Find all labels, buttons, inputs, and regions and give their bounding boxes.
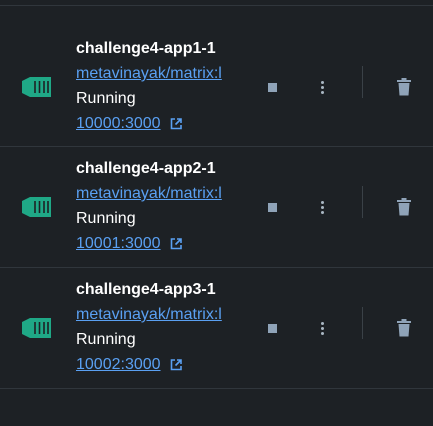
container-icon: [22, 77, 51, 97]
status-text: Running: [76, 210, 136, 227]
external-link-icon[interactable]: [169, 117, 183, 131]
port-link[interactable]: 10002:3000: [76, 356, 161, 373]
image-link[interactable]: metavinayak/matrix:l: [76, 302, 242, 328]
external-link-icon[interactable]: [169, 358, 183, 372]
stop-button[interactable]: [260, 195, 284, 219]
container-name: challenge4-app1-1: [76, 40, 216, 57]
more-vertical-icon: [321, 332, 324, 335]
more-vertical-icon: [321, 327, 324, 330]
container-name: challenge4-app3-1: [76, 281, 216, 298]
action-divider: [362, 307, 363, 339]
more-options-button[interactable]: [310, 316, 334, 340]
more-options-button[interactable]: [310, 195, 334, 219]
more-vertical-icon: [321, 206, 324, 209]
stop-icon: [268, 83, 277, 92]
action-divider: [362, 66, 363, 98]
stop-icon: [268, 203, 277, 212]
more-options-button[interactable]: [310, 75, 334, 99]
more-vertical-icon: [321, 86, 324, 89]
container-name: challenge4-app2-1: [76, 160, 216, 177]
trash-icon[interactable]: [392, 195, 416, 219]
stop-icon: [268, 324, 277, 333]
image-link[interactable]: metavinayak/matrix:l: [76, 61, 242, 87]
image-link[interactable]: metavinayak/matrix:l: [76, 181, 242, 207]
port-link[interactable]: 10000:3000: [76, 115, 161, 132]
external-link-icon[interactable]: [169, 237, 183, 251]
container-row[interactable]: challenge4-app2-1 metavinayak/matrix:l R…: [0, 147, 433, 268]
container-row[interactable]: challenge4-app1-1 metavinayak/matrix:l R…: [0, 27, 433, 147]
port-link[interactable]: 10001:3000: [76, 235, 161, 252]
more-vertical-icon: [321, 201, 324, 204]
trash-icon[interactable]: [392, 75, 416, 99]
trash-icon[interactable]: [392, 316, 416, 340]
more-vertical-icon: [321, 322, 324, 325]
container-row[interactable]: challenge4-app3-1 metavinayak/matrix:l R…: [0, 268, 433, 389]
status-text: Running: [76, 90, 136, 107]
more-vertical-icon: [321, 81, 324, 84]
divider: [0, 5, 433, 6]
stop-button[interactable]: [260, 75, 284, 99]
action-divider: [362, 186, 363, 218]
more-vertical-icon: [321, 211, 324, 214]
stop-button[interactable]: [260, 316, 284, 340]
status-text: Running: [76, 331, 136, 348]
container-icon: [22, 197, 51, 217]
container-list: challenge4-app1-1 metavinayak/matrix:l R…: [0, 0, 433, 426]
more-vertical-icon: [321, 91, 324, 94]
container-icon: [22, 318, 51, 338]
